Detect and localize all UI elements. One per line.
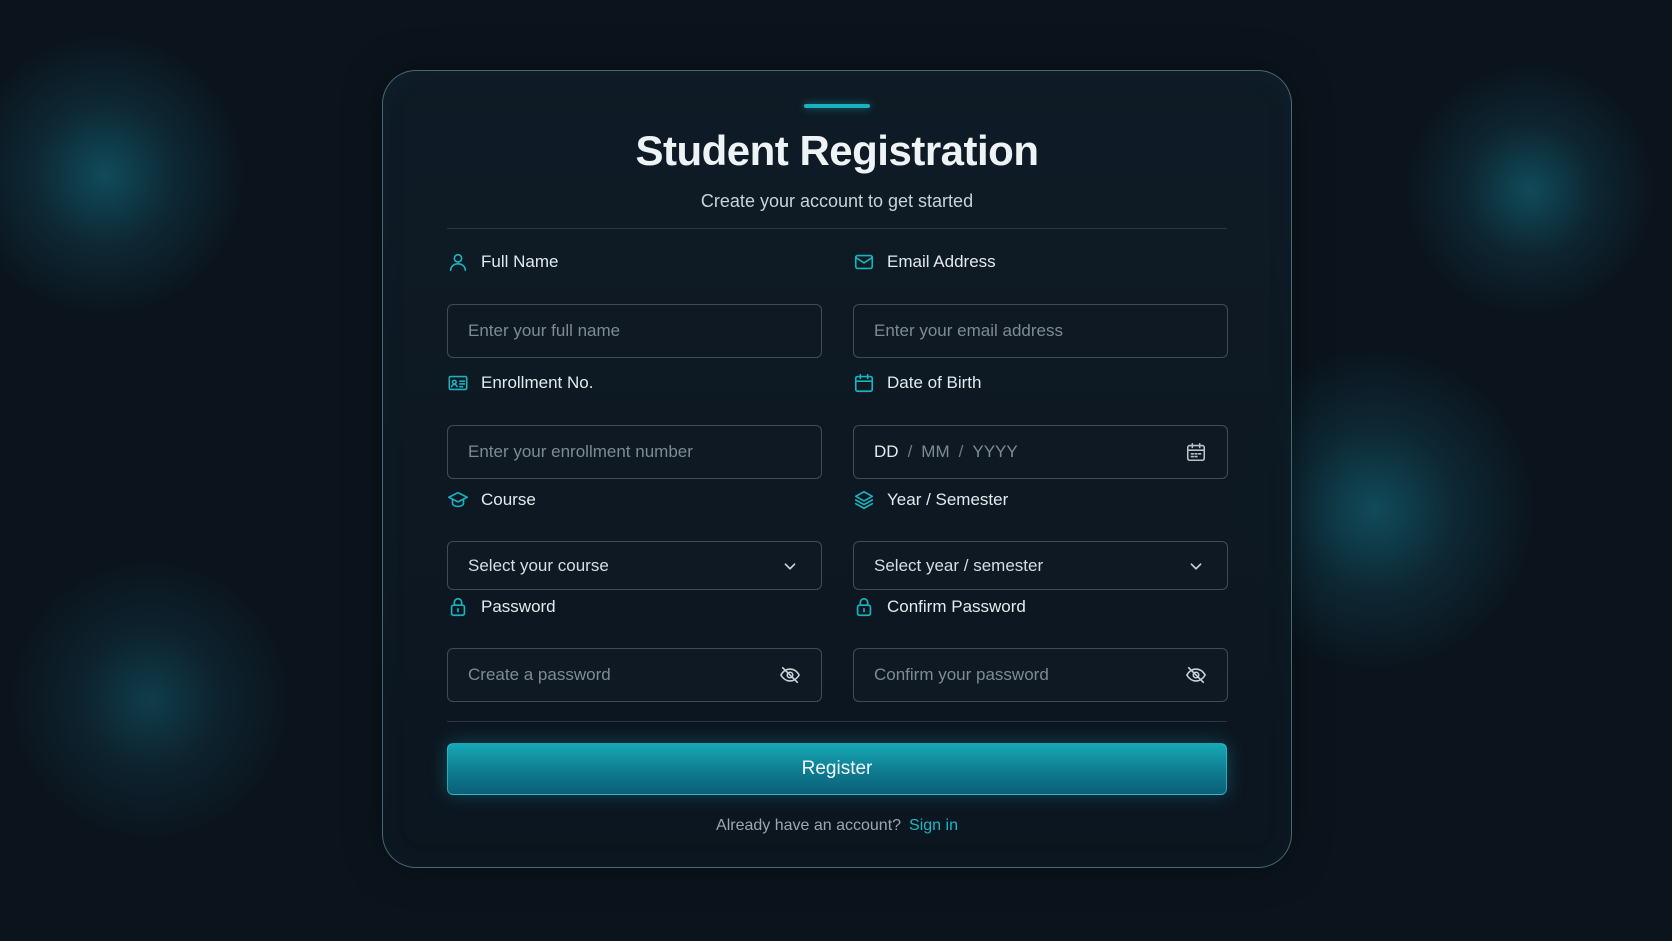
year-semester-label: Year / Semester bbox=[887, 490, 1009, 509]
accent-bar bbox=[804, 104, 870, 108]
calendar-picker-icon[interactable] bbox=[1185, 441, 1207, 463]
confirm-password-field[interactable] bbox=[853, 648, 1228, 702]
password-label-row: Password bbox=[447, 596, 556, 618]
full-name-label-row: Full Name bbox=[447, 251, 558, 273]
user-icon bbox=[447, 251, 469, 273]
course-select[interactable]: Select your course bbox=[447, 541, 822, 590]
full-name-input[interactable] bbox=[468, 321, 801, 341]
dob-month[interactable]: MM bbox=[921, 442, 949, 462]
course-label-row: Course bbox=[447, 489, 536, 511]
lock-icon bbox=[447, 596, 469, 618]
dob-year[interactable]: YYYY bbox=[972, 442, 1017, 462]
mail-icon bbox=[853, 251, 875, 273]
year-semester-select[interactable]: Select year / semester bbox=[853, 541, 1228, 590]
course-selected-value: Select your course bbox=[468, 555, 609, 575]
confirm-password-label: Confirm Password bbox=[887, 597, 1026, 616]
page-subtitle: Create your account to get started bbox=[700, 191, 974, 211]
registration-card: Student Registration Create your account… bbox=[382, 70, 1292, 868]
email-input[interactable] bbox=[874, 321, 1207, 341]
page-title: Student Registration bbox=[635, 127, 1039, 174]
enrollment-input[interactable] bbox=[468, 442, 801, 462]
dob-input[interactable]: DD / MM / YYYY bbox=[874, 442, 1185, 462]
register-button[interactable]: Register bbox=[447, 743, 1227, 795]
enrollment-field[interactable] bbox=[447, 425, 822, 479]
layers-icon bbox=[853, 489, 875, 511]
signin-link[interactable]: Sign in bbox=[909, 817, 958, 834]
confirm-password-input[interactable] bbox=[874, 665, 1185, 685]
dob-label: Date of Birth bbox=[887, 373, 982, 392]
password-field[interactable] bbox=[447, 648, 822, 702]
full-name-field[interactable] bbox=[447, 304, 822, 358]
signin-row: Already have an account? Sign in bbox=[383, 817, 1291, 835]
full-name-label: Full Name bbox=[481, 252, 559, 271]
dob-day[interactable]: DD bbox=[874, 442, 899, 462]
chevron-down-icon bbox=[1185, 555, 1207, 577]
id-card-icon bbox=[447, 372, 469, 394]
dob-label-row: Date of Birth bbox=[853, 372, 982, 394]
signin-prompt: Already have an account? bbox=[716, 817, 902, 834]
graduation-cap-icon bbox=[447, 489, 469, 511]
enrollment-label: Enrollment No. bbox=[481, 373, 594, 392]
lock-icon bbox=[853, 596, 875, 618]
dob-field[interactable]: DD / MM / YYYY bbox=[853, 425, 1228, 479]
header-divider bbox=[447, 228, 1227, 229]
eye-off-icon[interactable] bbox=[779, 664, 801, 686]
email-label-row: Email Address bbox=[853, 251, 996, 273]
password-label: Password bbox=[481, 597, 556, 616]
dob-separator: / bbox=[907, 442, 913, 461]
page-background: Student Registration Create your account… bbox=[0, 0, 1672, 941]
course-label: Course bbox=[481, 490, 536, 509]
eye-off-icon[interactable] bbox=[1185, 664, 1207, 686]
password-input[interactable] bbox=[468, 665, 779, 685]
calendar-icon bbox=[853, 372, 875, 394]
enrollment-label-row: Enrollment No. bbox=[447, 372, 593, 394]
dob-separator: / bbox=[958, 442, 964, 461]
email-label: Email Address bbox=[887, 252, 996, 271]
chevron-down-icon bbox=[779, 555, 801, 577]
form-divider bbox=[447, 721, 1227, 722]
year-semester-selected-value: Select year / semester bbox=[874, 555, 1044, 575]
year-semester-label-row: Year / Semester bbox=[853, 489, 1008, 511]
confirm-password-label-row: Confirm Password bbox=[853, 596, 1026, 618]
email-field[interactable] bbox=[853, 304, 1228, 358]
